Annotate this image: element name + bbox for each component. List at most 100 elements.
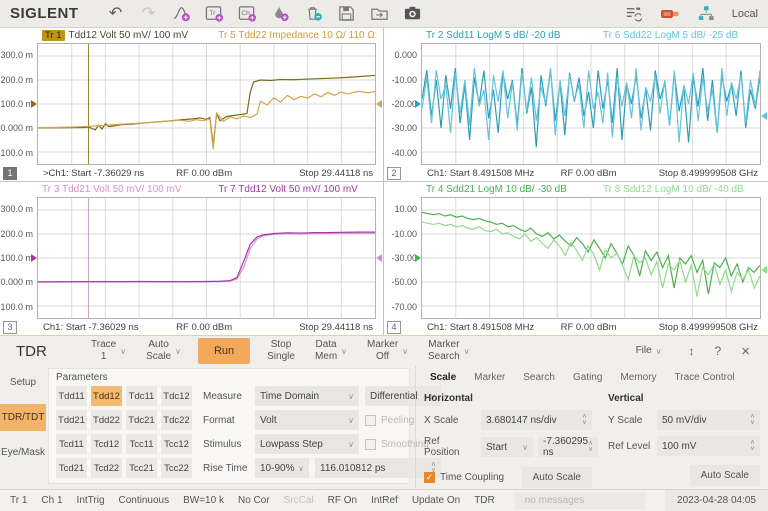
y-axis-tick: 0.000 xyxy=(394,50,417,60)
status-rf: RF On xyxy=(328,495,357,506)
chart1-header: Tr 1 Tdd12 Volt 50 mV/ 100 mV Tr 5 Tdd22… xyxy=(0,28,383,43)
tab-trace-control[interactable]: Trace Control xyxy=(669,369,747,388)
ref-level-marker[interactable] xyxy=(415,254,421,262)
trace5-label[interactable]: Tr 5 Tdd22 Impedance 10 Ω/ 110 Ω xyxy=(218,30,375,41)
spin-down-icon[interactable] xyxy=(588,447,593,453)
chart2-plot-area[interactable] xyxy=(421,43,761,165)
stimulus-select[interactable]: Lowpass Step xyxy=(255,434,359,454)
param-tcd11[interactable]: Tcd11 xyxy=(56,434,87,454)
horizontal-auto-scale-button[interactable]: Auto Scale xyxy=(522,467,592,488)
data-mem-menu[interactable]: Data Mem xyxy=(308,338,354,364)
param-tcc12[interactable]: Tcc12 xyxy=(161,434,192,454)
auto-scale-menu[interactable]: Auto Scale xyxy=(139,338,188,364)
trace8-label[interactable]: Tr 8 Sdd12 LogM 10 dB/ -40 dB xyxy=(603,184,744,195)
ref-level-marker[interactable] xyxy=(376,100,382,108)
help-icon[interactable] xyxy=(715,344,722,358)
usb-icon[interactable] xyxy=(660,4,680,24)
channel-indicator-4[interactable]: 4 xyxy=(387,321,401,334)
ref-level-marker[interactable] xyxy=(415,100,421,108)
param-tcc11[interactable]: Tcc11 xyxy=(126,434,157,454)
new-channel-icon[interactable]: Ch xyxy=(238,4,258,24)
file-menu[interactable]: File xyxy=(629,344,669,358)
undo-icon[interactable] xyxy=(106,4,126,24)
ref-level-marker[interactable] xyxy=(31,100,37,108)
trace4-label[interactable]: Tr 4 Sdd21 LogM 10 dB/ -30 dB xyxy=(426,184,567,195)
ref-level-marker[interactable] xyxy=(761,112,767,120)
add-trace-icon[interactable] xyxy=(172,4,192,24)
x-scale-input[interactable]: 3.680147 ns/div xyxy=(481,410,592,430)
param-tcd21[interactable]: Tcd21 xyxy=(56,458,87,478)
trace1-label[interactable]: Tdd12 Volt 50 mV/ 100 mV xyxy=(69,30,189,41)
active-trace-badge[interactable]: Tr 1 xyxy=(42,30,65,41)
param-tdd11[interactable]: Tdd11 xyxy=(56,386,87,406)
channel-indicator-2[interactable]: 2 xyxy=(387,167,401,180)
param-tdd12[interactable]: Tdd12 xyxy=(91,386,122,406)
stop-single-button[interactable]: Stop Single xyxy=(260,338,302,364)
trace3-label[interactable]: Tr 3 Tdd21 Volt 50 mV/ 100 mV xyxy=(42,184,182,195)
chart1-plot-area[interactable] xyxy=(37,43,376,165)
redo-icon[interactable] xyxy=(139,4,159,24)
status-message: no messages xyxy=(515,492,645,509)
param-tcc21[interactable]: Tcc21 xyxy=(126,458,157,478)
rise-time-range-select[interactable]: 10-90% xyxy=(255,458,309,478)
ref-level-marker[interactable] xyxy=(31,254,37,262)
run-button[interactable]: Run xyxy=(198,338,250,364)
marker-search-menu[interactable]: Marker Search xyxy=(421,338,477,364)
y-scale-input[interactable]: 50 mV/div xyxy=(657,410,760,430)
trace-select-menu[interactable]: Trace 1 xyxy=(84,338,133,364)
channel-indicator-1[interactable]: 1 xyxy=(3,167,17,180)
tab-marker[interactable]: Marker xyxy=(468,369,517,388)
tab-scale[interactable]: Scale xyxy=(424,369,468,388)
tab-gating[interactable]: Gating xyxy=(567,369,614,388)
marker-off-menu[interactable]: Marker Off xyxy=(360,338,415,364)
recall-icon[interactable] xyxy=(370,4,390,24)
format-select[interactable]: Volt xyxy=(255,410,359,430)
rise-time-label: Rise Time xyxy=(203,463,249,474)
param-tcd12[interactable]: Tcd12 xyxy=(91,434,122,454)
add-marker-icon[interactable] xyxy=(271,4,291,24)
horizontal-title: Horizontal xyxy=(424,393,592,404)
param-tdc22[interactable]: Tdc22 xyxy=(161,410,192,430)
trace2-label[interactable]: Tr 2 Sdd11 LogM 5 dB/ -20 dB xyxy=(426,30,561,41)
trace7-label[interactable]: Tr 7 Tdd12 Volt 50 mV/ 100 mV xyxy=(218,184,358,195)
checkbox-icon xyxy=(365,415,376,426)
screenshot-icon[interactable] xyxy=(403,4,423,24)
lan-icon[interactable] xyxy=(696,4,716,24)
ref-position-input[interactable]: -7.360295 ns xyxy=(538,437,598,457)
channel-indicator-3[interactable]: 3 xyxy=(3,321,17,334)
chart3-plot-area[interactable] xyxy=(37,197,376,319)
spin-down-icon[interactable] xyxy=(750,446,755,452)
ref-level-marker[interactable] xyxy=(376,254,382,262)
measure-select[interactable]: Time Domain xyxy=(255,386,359,406)
tab-eye-mask[interactable]: Eye/Mask xyxy=(0,439,46,466)
ref-level-input[interactable]: 100 mV xyxy=(657,436,760,456)
peeling-checkbox[interactable]: Peeling xyxy=(365,415,414,426)
chart4-plot-area[interactable] xyxy=(421,197,761,319)
tab-search[interactable]: Search xyxy=(517,369,567,388)
tab-memory[interactable]: Memory xyxy=(614,369,668,388)
close-panel-icon[interactable] xyxy=(741,343,750,360)
spin-down-icon[interactable] xyxy=(750,420,755,426)
param-tcc22[interactable]: Tcc22 xyxy=(161,458,192,478)
param-tdd22[interactable]: Tdd22 xyxy=(91,410,122,430)
param-tdc12[interactable]: Tdc12 xyxy=(161,386,192,406)
param-tcd22[interactable]: Tcd22 xyxy=(91,458,122,478)
param-tdd21[interactable]: Tdd21 xyxy=(56,410,87,430)
spin-down-icon[interactable] xyxy=(582,420,587,426)
trace6-label[interactable]: Tr 6 Sdd22 LogM 5 dB/ -25 dB xyxy=(603,30,738,41)
param-tdc11[interactable]: Tdc11 xyxy=(126,386,157,406)
param-tdc21[interactable]: Tdc21 xyxy=(126,410,157,430)
ref-level-marker[interactable] xyxy=(761,266,767,274)
new-trace-window-icon[interactable]: Tr xyxy=(205,4,225,24)
tab-setup[interactable]: Setup xyxy=(0,369,46,396)
ref-position-mode-select[interactable]: Start xyxy=(481,437,533,457)
tab-tdr-tdt[interactable]: TDR/TDT xyxy=(0,404,46,431)
delete-trace-icon[interactable] xyxy=(304,4,324,24)
expand-panel-icon[interactable] xyxy=(689,344,695,358)
save-icon[interactable] xyxy=(337,4,357,24)
local-mode-label[interactable]: Local xyxy=(732,8,758,20)
task-config-icon[interactable] xyxy=(624,4,644,24)
y-axis-tick: 300.0 m xyxy=(0,50,33,60)
time-coupling-checkbox[interactable]: Time Coupling xyxy=(424,472,504,483)
vertical-auto-scale-button[interactable]: Auto Scale xyxy=(690,465,760,486)
